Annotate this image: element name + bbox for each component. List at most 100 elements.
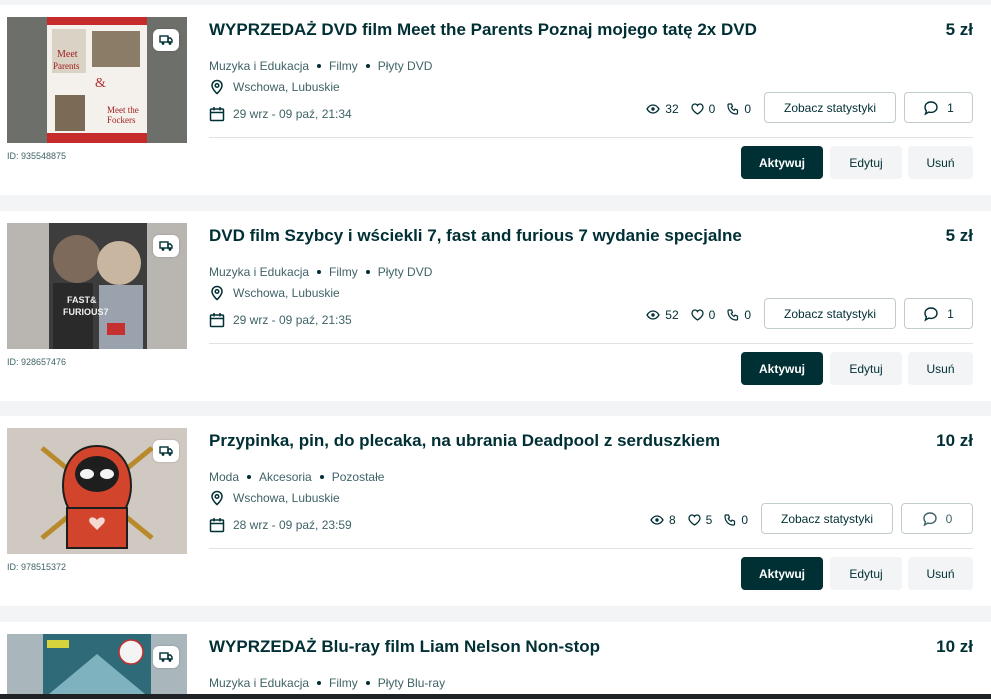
calls-count: 0 xyxy=(744,102,751,116)
category-crumb: Akcesoria xyxy=(259,470,312,484)
svg-text:FAST&: FAST& xyxy=(67,295,97,305)
listing-stats: 8 5 0 xyxy=(638,513,748,527)
category-crumb: Filmy xyxy=(329,59,358,73)
listing-dates: 29 wrz - 09 paź, 21:34 xyxy=(209,106,352,122)
window-bottom-edge xyxy=(0,694,991,699)
truck-icon xyxy=(153,646,179,668)
edit-button[interactable]: Edytuj xyxy=(830,352,902,385)
listing-dates: 28 wrz - 09 paź, 23:59 xyxy=(209,517,352,533)
listing-id: ID: 928657476 xyxy=(7,357,67,367)
pin-icon xyxy=(211,490,223,506)
svg-text:&: & xyxy=(95,76,106,91)
heart-icon xyxy=(690,309,704,321)
chat-bubble-icon xyxy=(922,511,937,527)
divider xyxy=(209,137,973,138)
messages-button[interactable]: 1 xyxy=(904,92,973,123)
view-stats-button[interactable]: Zobacz statystyki xyxy=(764,92,896,123)
listing-image[interactable] xyxy=(7,428,187,554)
heart-icon xyxy=(687,514,701,526)
calendar-icon xyxy=(209,313,225,328)
category-crumb: Pozostałe xyxy=(331,470,385,484)
phone-icon xyxy=(727,103,739,115)
likes-count: 0 xyxy=(708,102,716,116)
phone-icon xyxy=(724,514,736,526)
location-text: Wschowa, Lubuskie xyxy=(233,286,340,300)
listing-title[interactable]: Przypinka, pin, do plecaka, na ubrania D… xyxy=(209,431,720,451)
category-breadcrumb: Muzyka i Edukacja Filmy Płyty Blu-ray xyxy=(209,676,445,690)
delete-button[interactable]: Usuń xyxy=(908,146,973,179)
listings-list: Meet Parents & Meet the Fockers ID: 9355… xyxy=(0,0,991,699)
category-crumb: Muzyka i Edukacja xyxy=(209,59,310,73)
messages-count: 0 xyxy=(945,511,953,526)
chat-bubble-icon xyxy=(924,100,938,116)
heart-icon xyxy=(690,103,704,115)
view-stats-button[interactable]: Zobacz statystyki xyxy=(761,503,893,534)
listing-price: 10 zł xyxy=(936,431,973,450)
divider xyxy=(209,343,973,344)
svg-text:Fockers: Fockers xyxy=(107,115,136,125)
listing-stats: 52 0 0 xyxy=(634,308,751,322)
listing-id: ID: 978515372 xyxy=(7,562,67,572)
listing-location: Wschowa, Lubuskie xyxy=(209,490,340,506)
edit-button[interactable]: Edytuj xyxy=(830,557,902,590)
activate-button[interactable]: Aktywuj xyxy=(741,352,823,385)
chat-bubble-icon xyxy=(924,306,938,322)
messages-count: 1 xyxy=(947,100,954,115)
category-crumb: Muzyka i Edukacja xyxy=(209,676,310,690)
activate-button[interactable]: Aktywuj xyxy=(741,557,823,590)
divider xyxy=(209,548,973,549)
likes-count: 5 xyxy=(705,513,713,527)
truck-icon xyxy=(153,29,179,51)
svg-text:Parents: Parents xyxy=(53,61,80,71)
calls-count: 0 xyxy=(741,513,748,527)
category-crumb: Płyty Blu-ray xyxy=(377,676,446,690)
delete-button[interactable]: Usuń xyxy=(908,352,973,385)
listing-title[interactable]: WYPRZEDAŻ DVD film Meet the Parents Pozn… xyxy=(209,20,757,40)
listing-image[interactable]: Meet Parents & Meet the Fockers xyxy=(7,17,187,143)
listing-card: Meet Parents & Meet the Fockers ID: 9355… xyxy=(0,5,991,195)
svg-text:FURIOUS7: FURIOUS7 xyxy=(63,307,109,317)
listing-dates: 29 wrz - 09 paź, 21:35 xyxy=(209,312,352,328)
messages-count: 1 xyxy=(947,306,954,321)
category-crumb: Filmy xyxy=(329,265,358,279)
pin-icon xyxy=(211,285,223,301)
messages-button[interactable]: 1 xyxy=(904,298,973,329)
delete-button[interactable]: Usuń xyxy=(908,557,973,590)
eye-icon xyxy=(646,310,661,320)
location-text: Wschowa, Lubuskie xyxy=(233,491,340,505)
listing-price: 5 zł xyxy=(945,226,973,245)
likes-count: 0 xyxy=(708,308,716,322)
listing-image[interactable] xyxy=(7,634,187,699)
view-stats-button[interactable]: Zobacz statystyki xyxy=(764,298,896,329)
listing-card: FAST& FURIOUS7 ID: 928657476 DVD film Sz… xyxy=(0,211,991,401)
listing-location: Wschowa, Lubuskie xyxy=(209,285,340,301)
listing-title[interactable]: WYPRZEDAŻ Blu-ray film Liam Nelson Non-s… xyxy=(209,637,600,657)
category-crumb: Płyty DVD xyxy=(377,59,433,73)
category-crumb: Muzyka i Edukacja xyxy=(209,265,310,279)
svg-text:Meet: Meet xyxy=(57,49,78,60)
eye-icon xyxy=(650,515,664,525)
edit-button[interactable]: Edytuj xyxy=(830,146,902,179)
messages-button[interactable]: 0 xyxy=(901,503,973,534)
listing-image[interactable]: FAST& FURIOUS7 xyxy=(7,223,187,349)
listing-price: 10 zł xyxy=(936,637,973,656)
listing-card: ID: 978515372 Przypinka, pin, do plecaka… xyxy=(0,416,991,606)
location-text: Wschowa, Lubuskie xyxy=(233,80,340,94)
listing-id: ID: 935548875 xyxy=(7,151,67,161)
listing-stats: 32 0 0 xyxy=(634,102,751,116)
listing-price: 5 zł xyxy=(945,20,973,39)
calls-count: 0 xyxy=(744,308,751,322)
dates-text: 28 wrz - 09 paź, 23:59 xyxy=(233,518,352,532)
activate-button[interactable]: Aktywuj xyxy=(741,146,823,179)
category-breadcrumb: Muzyka i Edukacja Filmy Płyty DVD xyxy=(209,265,432,279)
views-count: 8 xyxy=(668,513,676,527)
listing-location: Wschowa, Lubuskie xyxy=(209,79,340,95)
eye-icon xyxy=(646,104,661,114)
truck-icon xyxy=(153,235,179,257)
phone-icon xyxy=(727,309,739,321)
category-crumb: Filmy xyxy=(329,676,358,690)
dates-text: 29 wrz - 09 paź, 21:35 xyxy=(233,313,352,327)
listing-card: WYPRZEDAŻ Blu-ray film Liam Nelson Non-s… xyxy=(0,622,991,699)
category-breadcrumb: Muzyka i Edukacja Filmy Płyty DVD xyxy=(209,59,432,73)
listing-title[interactable]: DVD film Szybcy i wściekli 7, fast and f… xyxy=(209,226,742,246)
